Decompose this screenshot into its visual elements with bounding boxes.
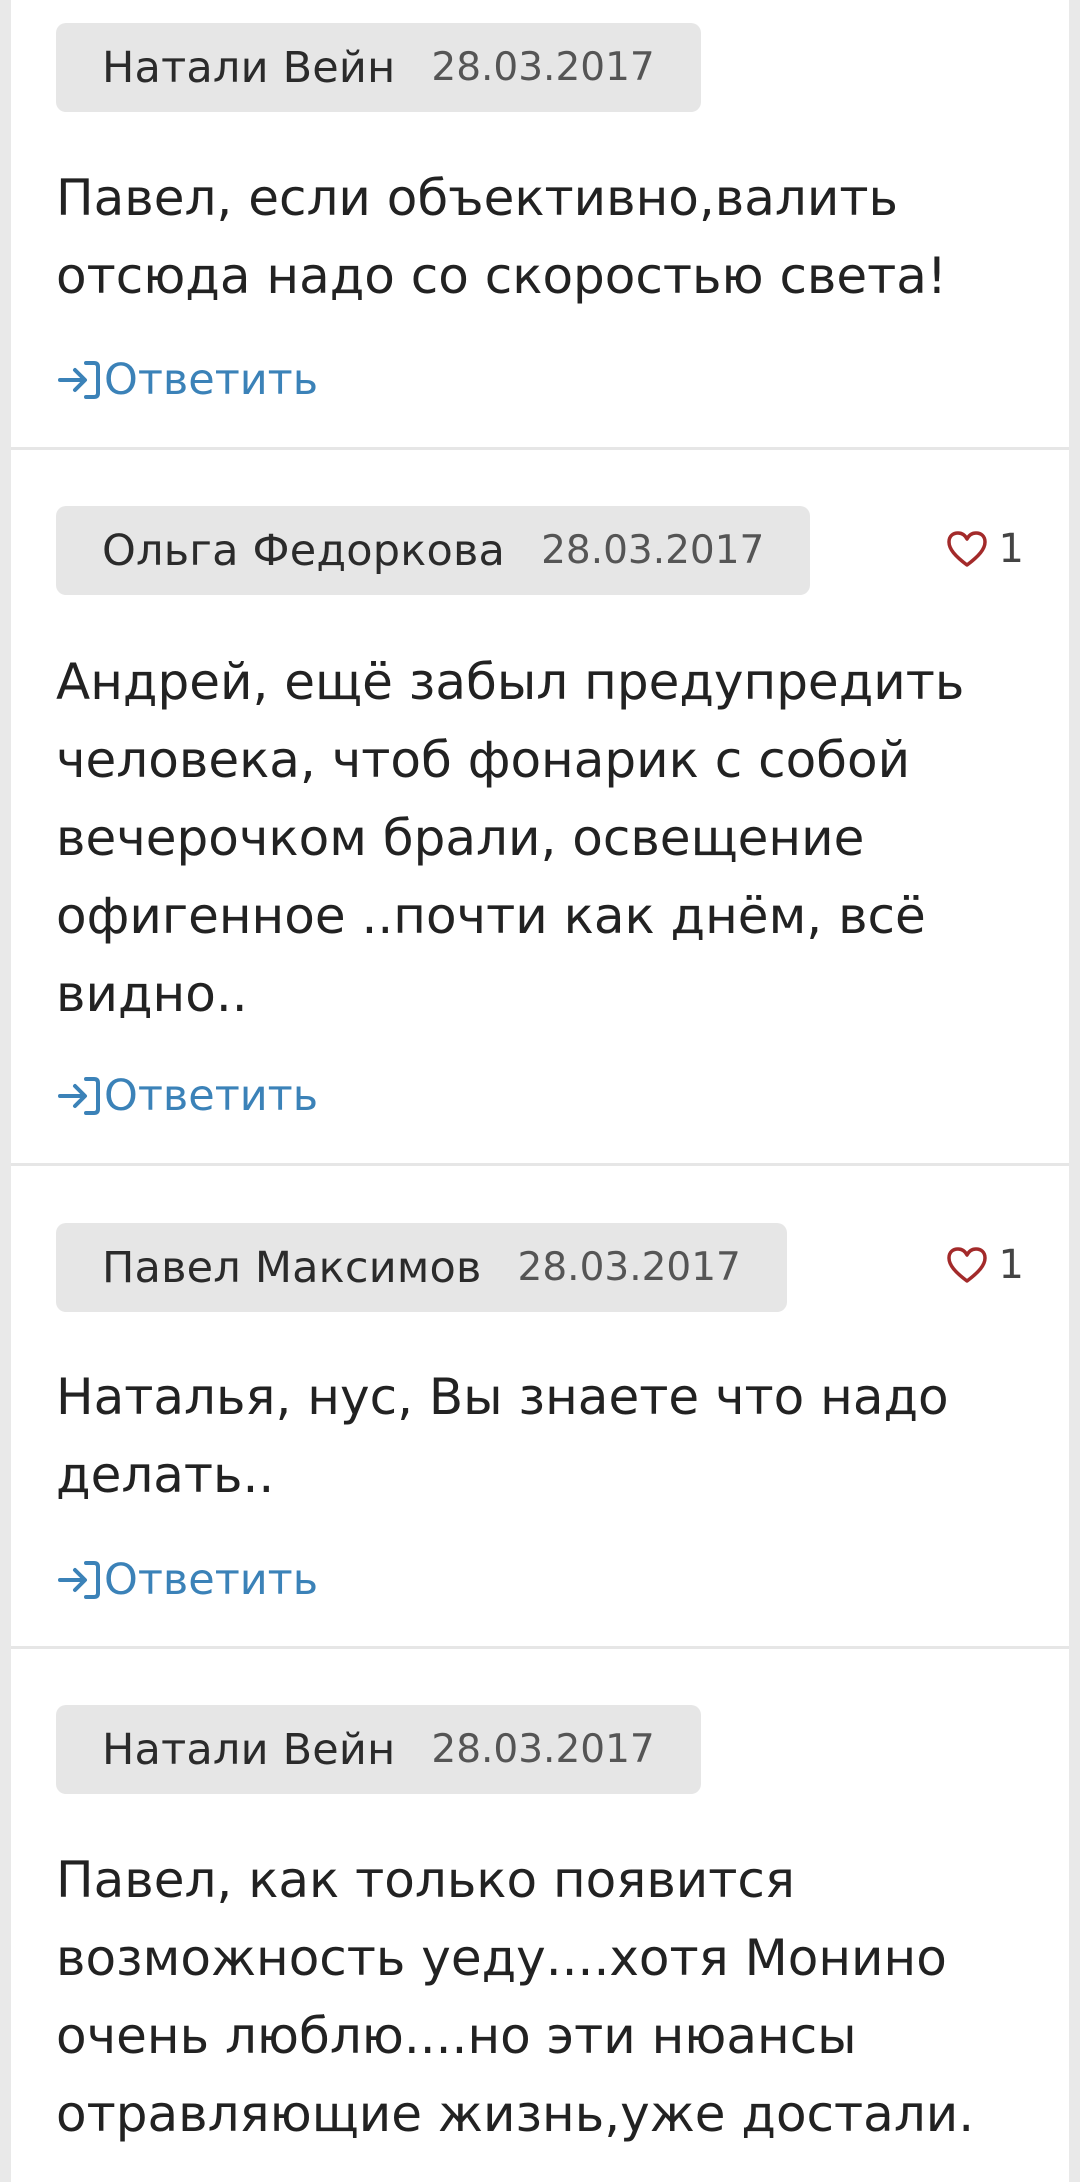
comment-author-pill: Натали Вейн 28.03.2017 [56, 23, 701, 112]
comment-author[interactable]: Павел Максимов [102, 1243, 482, 1293]
reply-label: Ответить [104, 1071, 319, 1121]
reply-button[interactable]: Ответить [56, 1550, 318, 1610]
reply-arrow-icon [58, 1077, 100, 1115]
reply-arrow-icon [58, 361, 100, 399]
comment-item: Ольга Федоркова 28.03.2017 1 Андрей, ещё… [11, 450, 1069, 1166]
comment-author[interactable]: Натали Вейн [102, 43, 395, 93]
comment-author-pill: Павел Максимов 28.03.2017 [56, 1223, 787, 1312]
comment-text: Павел, как только появится возможность у… [56, 1851, 975, 2143]
reply-label: Ответить [104, 1555, 319, 1605]
comment-author-pill: Ольга Федоркова 28.03.2017 [56, 506, 811, 595]
like-count: 1 [998, 526, 1024, 572]
heart-outline-icon [946, 1247, 987, 1283]
like-button[interactable]: 1 [945, 519, 1024, 579]
reply-button[interactable]: Ответить [56, 1066, 318, 1126]
comment-item: Натали Вейн 28.03.2017 Павел, как только… [11, 1649, 1069, 2182]
reply-arrow-icon [58, 1561, 100, 1599]
comment-author[interactable]: Натали Вейн [102, 1725, 395, 1775]
comment-text: Павел, если объективно,валить отсюда над… [56, 169, 947, 305]
comment-date: 28.03.2017 [517, 1245, 741, 1290]
reply-button[interactable]: Ответить [56, 350, 318, 410]
reply-label: Ответить [104, 355, 319, 405]
comment-text: Наталья, нус, Вы знаете что надо делать.… [56, 1368, 949, 1504]
comment-item: Натали Вейн 28.03.2017 Павел, если объек… [11, 0, 1069, 450]
comment-date: 28.03.2017 [541, 528, 765, 573]
comment-date: 28.03.2017 [431, 45, 655, 90]
like-count: 1 [998, 1242, 1024, 1288]
heart-outline-icon [946, 531, 987, 567]
comment-text: Андрей, ещё забыл предупредить человека,… [56, 653, 965, 1023]
comment-date: 28.03.2017 [431, 1727, 655, 1772]
comment-author-pill: Натали Вейн 28.03.2017 [56, 1705, 701, 1794]
comments-page: Натали Вейн 28.03.2017 Павел, если объек… [11, 0, 1069, 2182]
comment-item: Павел Максимов 28.03.2017 1 Наталья, нус… [11, 1166, 1069, 1649]
like-button[interactable]: 1 [945, 1235, 1024, 1295]
comment-author[interactable]: Ольга Федоркова [102, 526, 505, 576]
